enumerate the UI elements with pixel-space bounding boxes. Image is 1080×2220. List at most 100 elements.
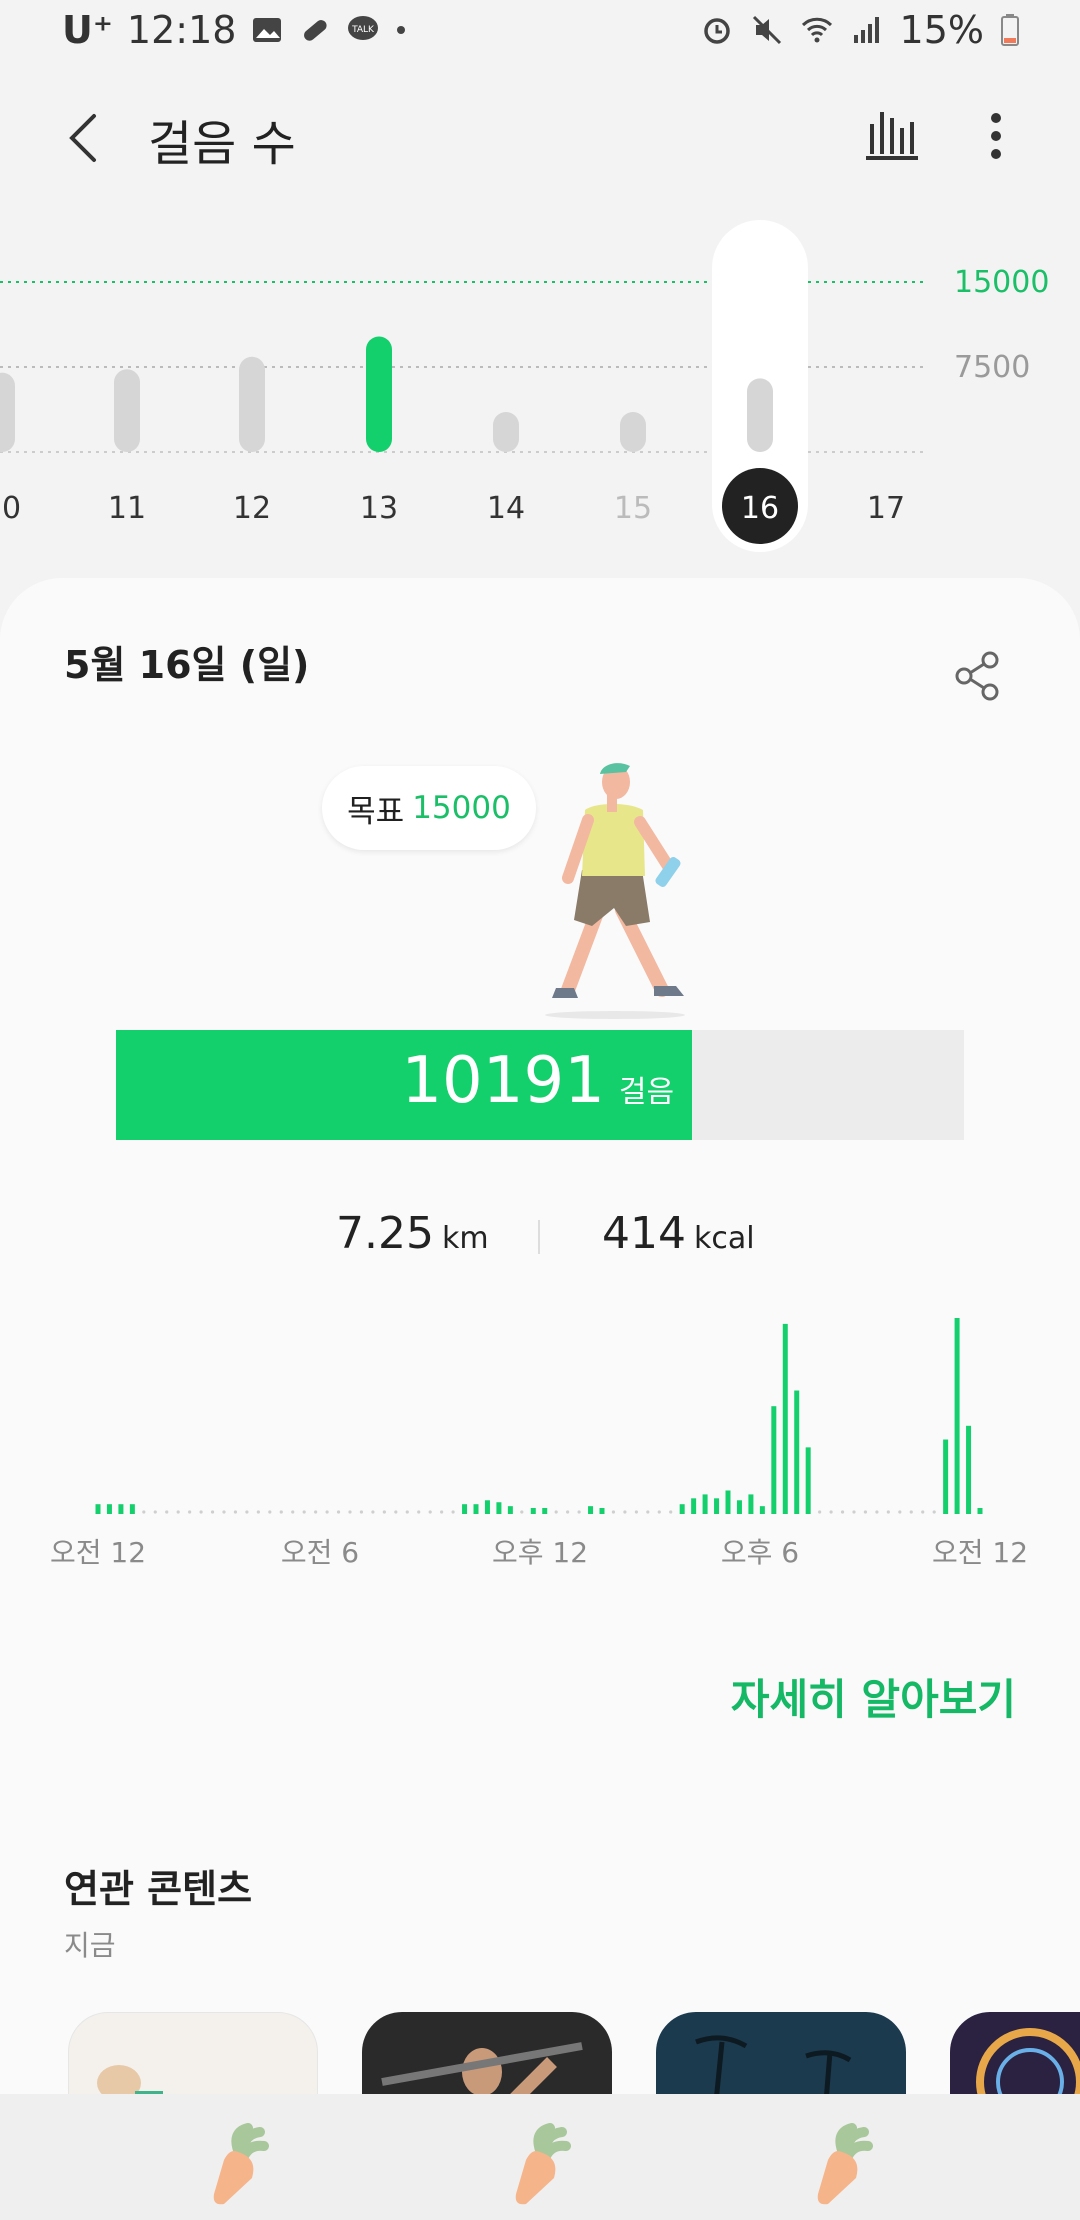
hour-dot <box>818 1510 822 1514</box>
fitness-photo-icon <box>97 2065 163 2101</box>
hour-bar <box>954 1318 960 1514</box>
hour-dot <box>566 1510 570 1514</box>
week-labels: 10 11 12 13 14 15 16 17 <box>0 491 905 526</box>
hour-dot <box>314 1510 318 1514</box>
time-axis-label: 오후 6 <box>721 1536 799 1569</box>
related-content-subtitle: 지금 <box>64 1929 116 1962</box>
hour-dot <box>921 1510 925 1514</box>
hour-dot <box>932 1510 936 1514</box>
hour-bar <box>714 1498 720 1514</box>
time-axis-label: 오전 12 <box>932 1536 1028 1569</box>
day-bar <box>747 378 773 452</box>
carrier-label: U⁺ <box>62 8 113 52</box>
hour-dot <box>646 1510 650 1514</box>
goal-value: 15000 <box>412 790 511 826</box>
back-arrow-icon[interactable] <box>56 108 116 168</box>
day-bar <box>0 372 15 452</box>
hour-dot <box>852 1510 856 1514</box>
hour-dot <box>325 1510 329 1514</box>
y-tick-label: 15000 <box>954 265 1049 300</box>
battery-percent: 15% <box>899 8 984 52</box>
hour-bar <box>95 1504 101 1514</box>
hour-dot <box>428 1510 432 1514</box>
hourly-steps-chart: 오전 12 오전 6 오후 12 오후 6 오전 12 <box>50 1318 1028 1569</box>
pill-icon <box>304 20 328 41</box>
date-label: 5월 16일 (일) <box>64 643 310 687</box>
signal-icon <box>853 17 879 43</box>
hour-dot <box>142 1510 146 1514</box>
weekly-steps-chart[interactable]: 15000 7500 10 11 12 13 14 15 16 17 <box>0 190 1080 580</box>
carrot-icon[interactable] <box>198 2120 278 2206</box>
hour-dot <box>394 1510 398 1514</box>
page-title: 걸음 수 <box>148 116 296 172</box>
share-icon[interactable] <box>950 648 1010 704</box>
hour-dot <box>233 1510 238 1514</box>
day-label: 12 <box>233 491 271 526</box>
walking-person-icon <box>545 763 685 1019</box>
day-label: 16 <box>741 491 779 526</box>
related-content-thumbnail[interactable] <box>68 2012 318 2102</box>
hour-bar <box>691 1498 697 1514</box>
hour-dot <box>348 1510 352 1514</box>
hour-bar <box>771 1406 777 1514</box>
hour-bar <box>725 1490 731 1514</box>
status-bar: U⁺ 12:18 TALK 15% <box>0 0 1080 64</box>
battery-icon <box>1001 14 1019 46</box>
related-content-thumbnail[interactable] <box>656 2012 906 2102</box>
hour-dot <box>245 1510 249 1514</box>
hour-bar <box>679 1504 685 1514</box>
hour-dot <box>898 1510 902 1514</box>
day-label: 17 <box>867 491 905 526</box>
stats-row: 7.25 km 414 kcal <box>0 1208 1080 1268</box>
hour-dot <box>875 1510 879 1514</box>
hour-dot <box>268 1510 272 1514</box>
hour-dot <box>863 1510 868 1514</box>
goal-bubble: 목표 15000 <box>322 766 536 850</box>
clock: 12:18 <box>126 8 237 52</box>
hour-dot <box>279 1510 283 1514</box>
day-bar <box>620 412 646 452</box>
y-tick-label: 7500 <box>954 350 1030 385</box>
hour-dot <box>520 1510 524 1514</box>
related-content-thumbnail[interactable] <box>950 2012 1080 2102</box>
palm-photo-icon <box>695 2035 852 2102</box>
more-options-icon[interactable] <box>966 104 1026 168</box>
step-progress-fill: 10191 걸음 <box>116 1030 693 1140</box>
step-count-value: 10191 <box>401 1044 605 1118</box>
bottom-navigation <box>0 2094 1080 2220</box>
day-label: 14 <box>487 491 525 526</box>
hour-dot <box>199 1510 203 1514</box>
daily-detail-card: 5월 16일 (일) 목표 15000 10191 걸음 7.25 km 414… <box>0 578 1080 2102</box>
hour-dot <box>440 1510 444 1514</box>
image-icon <box>253 18 282 42</box>
svg-text:TALK: TALK <box>352 25 376 35</box>
hour-dot <box>451 1510 455 1514</box>
hour-bar <box>106 1504 112 1514</box>
hour-dot <box>336 1510 341 1514</box>
time-axis-label: 오전 12 <box>50 1536 146 1569</box>
hour-dot <box>829 1510 833 1514</box>
carrot-icon[interactable] <box>802 2120 882 2206</box>
talk-icon: TALK <box>348 16 379 40</box>
related-content-thumbnail[interactable] <box>362 2012 612 2102</box>
goal-prefix: 목표 <box>347 793 405 830</box>
bar-chart-icon[interactable] <box>860 104 924 168</box>
learn-more-link[interactable]: 자세히 알아보기 <box>731 1666 1016 1727</box>
hour-bar <box>966 1425 972 1514</box>
hour-bar <box>702 1494 708 1514</box>
stats-divider <box>538 1220 540 1254</box>
hour-dot <box>634 1510 638 1514</box>
hour-bar <box>484 1500 490 1514</box>
day-label: 10 <box>0 491 21 526</box>
wifi-icon <box>801 17 832 43</box>
day-bars <box>95 1318 983 1514</box>
workout-photo-icon <box>381 2042 583 2102</box>
hour-dot <box>417 1510 421 1514</box>
carrot-icon[interactable] <box>500 2120 580 2206</box>
hour-bar <box>588 1506 594 1514</box>
time-axis-label: 오후 12 <box>492 1536 588 1569</box>
distance-stat: 7.25 km <box>336 1208 489 1259</box>
hour-bar <box>794 1390 800 1514</box>
day-label: 15 <box>614 491 652 526</box>
time-axis-label: 오전 6 <box>281 1536 359 1569</box>
